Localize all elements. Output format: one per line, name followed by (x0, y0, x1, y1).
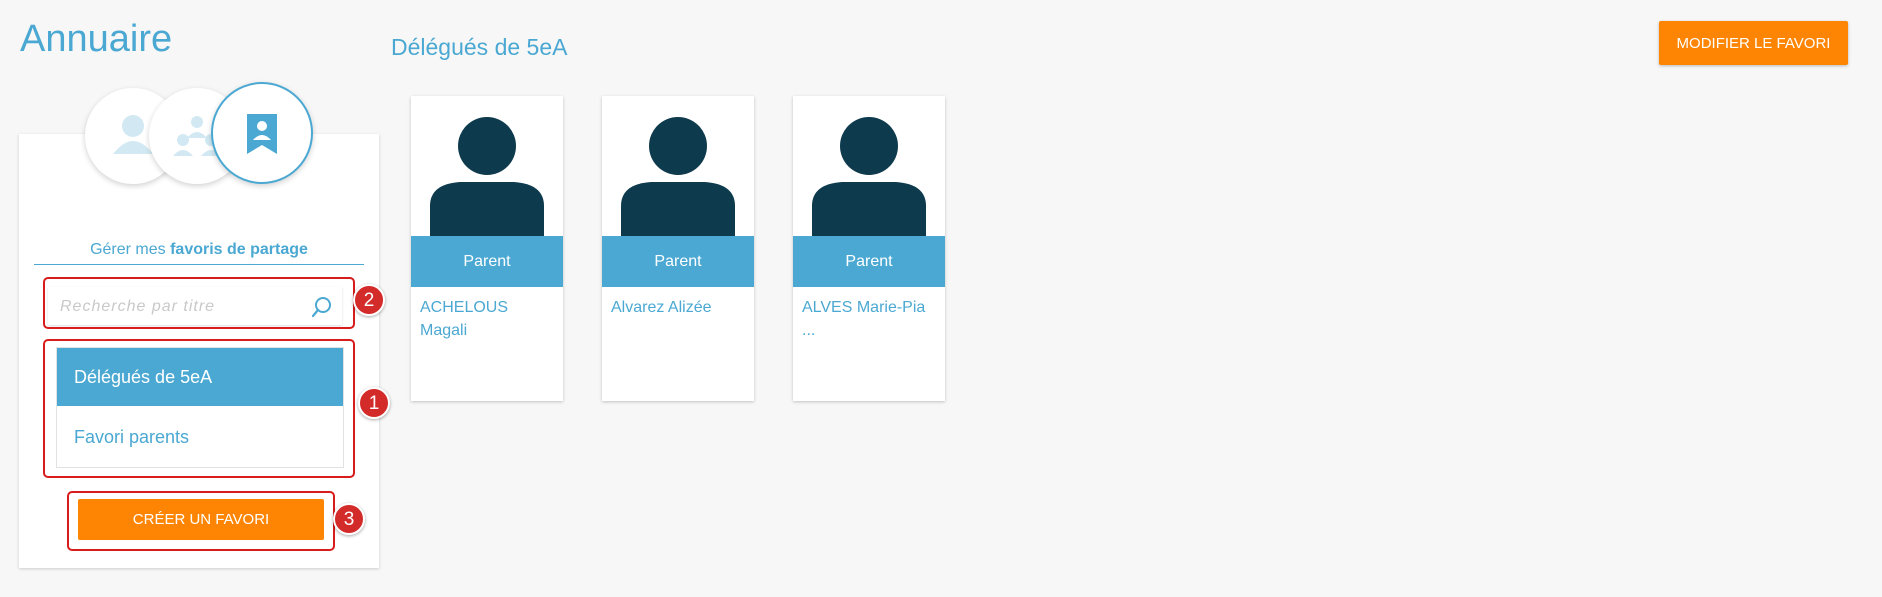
card-name: ALVES Marie-Pia ... (802, 299, 926, 339)
app-title: Annuaire (20, 18, 173, 60)
panel-heading-prefix: Gérer mes (90, 241, 166, 258)
card-role: Parent (411, 236, 563, 287)
annotation-number-3: 3 (333, 503, 365, 535)
annotation-number-2: 2 (353, 284, 385, 316)
annotation-box-create (67, 491, 335, 551)
member-card[interactable]: Parent ACHELOUS Magali (411, 96, 563, 401)
person-silhouette-icon (430, 117, 544, 236)
avatar (602, 96, 754, 236)
person-silhouette-icon (812, 117, 926, 236)
bookmark-person-icon (247, 114, 277, 154)
annotation-box-list (43, 339, 355, 478)
member-card[interactable]: Parent Alvarez Alizée (602, 96, 754, 401)
annotation-number-1: 1 (358, 387, 390, 419)
edit-favorite-button[interactable]: MODIFIER LE FAVORI (1659, 21, 1848, 65)
annotation-box-search (43, 277, 355, 329)
person-silhouette-icon (621, 117, 735, 236)
card-name: Alvarez Alizée (611, 299, 712, 316)
card-name: ACHELOUS Magali (420, 299, 509, 339)
panel-heading-bold: favoris de partage (170, 241, 308, 258)
favorites-mode-tab[interactable] (211, 82, 313, 184)
avatar (411, 96, 563, 236)
divider (34, 264, 364, 265)
card-role: Parent (793, 236, 945, 287)
member-card[interactable]: Parent ALVES Marie-Pia ... (793, 96, 945, 401)
avatar (793, 96, 945, 236)
card-role: Parent (602, 236, 754, 287)
panel-heading: Gérer mes favoris de partage (34, 241, 364, 259)
page-title: Délégués de 5eA (391, 34, 568, 60)
